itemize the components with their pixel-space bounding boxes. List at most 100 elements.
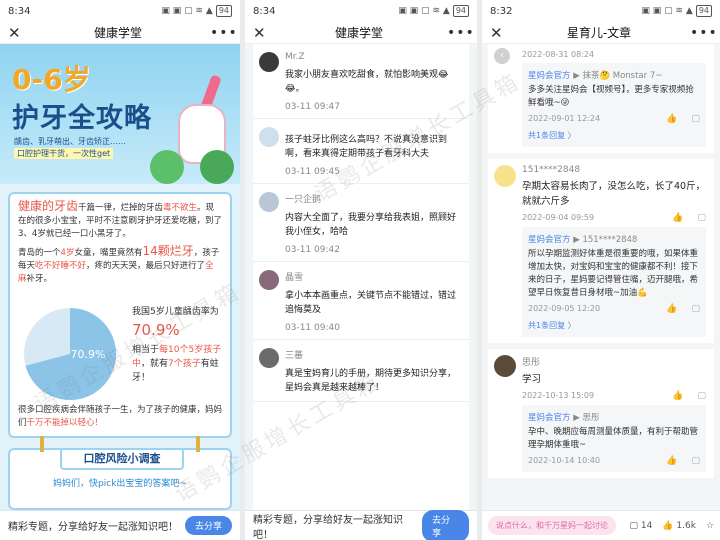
comment-text: 孩子蛀牙比例这么高吗？不说真没意识到啊，看来真得定期带孩子看牙科大夫	[285, 135, 448, 159]
status-bar: 8:32 ▣ ▣ ▢ ≋ ▲ 94	[482, 0, 720, 22]
close-icon[interactable]: ✕	[8, 24, 26, 42]
status-time: 8:34	[253, 5, 276, 17]
status-icons: ▣ ▣ ▢ ≋ ▲ 94	[398, 5, 469, 17]
comment-time: 03-11 09:47	[285, 102, 340, 112]
nav-bar: ✕ 健康学堂 •••	[245, 22, 477, 44]
reply-text: 多多关注星妈会【视频号】，更多专家视频抢鲜看哦~😜	[528, 85, 694, 108]
reply-author: 星妈会官方 ▶ 抹茶🤔 Monstar 7~	[528, 71, 663, 81]
reply-author: 星妈会官方 ▶ 思彤	[528, 413, 600, 423]
like-icon: 👍	[662, 520, 674, 531]
comment-text: 内容大全面了，我要分享给我表姐，照顾好我小侄女，哈哈	[285, 213, 457, 237]
comment-icon[interactable]: ▢	[691, 304, 700, 314]
more-options-icon[interactable]: •••	[447, 25, 474, 41]
comment-time: 03-11 09:42	[285, 245, 340, 255]
status-time: 8:34	[8, 5, 31, 17]
official-reply: 星妈会官方 ▶ 抹茶🤔 Monstar 7~ 多多关注星妈会【视频号】，更多专家…	[522, 63, 706, 147]
share-text: 精彩专题，分享给好友一起涨知识吧！	[8, 522, 178, 533]
comment-item: 三蕃 真是宝妈育儿的手册，期待更多知识分享，星妈会真是越来越棒了！	[253, 340, 469, 402]
page-title: 星育儿-文章	[566, 26, 632, 40]
back-icon[interactable]: ‹	[494, 48, 510, 64]
avatar[interactable]	[259, 127, 279, 147]
paragraph-intro: 健康的牙齿千篇一律，烂掉的牙齿毒不欲生。现在的很多小宝宝，平时不注意刷牙护牙还爱…	[18, 199, 223, 240]
comment-meta: 2022-09-04 09:59 👍 ▢	[522, 213, 706, 223]
share-button[interactable]: 去分享	[422, 509, 469, 540]
comment-icon[interactable]: ▢	[691, 114, 700, 124]
pie-label: 70.9%	[71, 348, 106, 361]
survey-title: 口腔风险小调查	[60, 448, 184, 470]
avatar[interactable]	[494, 165, 516, 187]
star-icon[interactable]: ☆	[706, 521, 714, 531]
comment-list[interactable]: Mr.Z 我家小朋友喜欢吃甜食，就怕影响美观😂😂。 03-11 09:47 孩子…	[253, 44, 469, 510]
topic-poster: 0-6岁 护牙全攻略 龋齿、乳牙萌出、牙齿矫正…… 口腔护理干货，一次性get …	[0, 44, 240, 510]
comment-meta: 2022-10-13 15:09 👍 ▢	[522, 391, 706, 401]
more-options-icon[interactable]: •••	[690, 25, 717, 41]
avatar[interactable]	[259, 192, 279, 212]
reply-text: 孕中、晚期应每周测量体质量，有利于帮助管理孕期体重哦~	[528, 427, 699, 450]
status-time: 8:32	[490, 5, 513, 17]
caries-stat: 我国5岁儿童龋齿率为 70.9% 相当于每10个5岁孩子中，就有7个孩子有蛀牙！	[132, 304, 232, 385]
hero-age: 0-6岁	[12, 63, 91, 96]
official-reply: 星妈会官方 ▶ 思彤 孕中、晚期应每周测量体质量，有利于帮助管理孕期体重哦~ 2…	[522, 405, 706, 472]
survey-card[interactable]: 口腔风险小调查 妈妈们，快pick出宝宝的答案吧~	[8, 436, 232, 510]
comment-author: 晶雪	[285, 273, 304, 283]
comment-input[interactable]: 说点什么，和千万星妈一起讨论	[488, 516, 616, 535]
comment-item: 思彤 学习 2022-10-13 15:09 👍 ▢ 星妈会官方 ▶ 思彤 孕中、晚…	[488, 349, 714, 478]
like-icon[interactable]: 👍	[672, 213, 683, 223]
hero-tagline: 口腔护理干货，一次性get	[14, 148, 114, 159]
comment-icon: ▢	[629, 520, 638, 531]
comment-text: 真是宝妈育儿的手册，期待更多知识分享，星妈会真是越来越棒了！	[285, 369, 457, 393]
survey-question: 妈妈们，快pick出宝宝的答案吧~	[53, 479, 187, 489]
comment-list[interactable]: ‹ 2022-08-31 08:24 星妈会官方 ▶ 抹茶🤔 Monstar 7…	[488, 44, 714, 510]
page-title: 健康学堂	[93, 26, 142, 40]
comment-input-bar: 说点什么，和千万星妈一起讨论 ▢ 14 👍 1.6k ☆	[482, 510, 720, 540]
comment-author: 151****2848	[522, 165, 581, 175]
comment-text: 我家小朋友喜欢吃甜食，就怕影响美观😂😂。	[285, 70, 449, 94]
phone-screen-article-comments: 8:32 ▣ ▣ ▢ ≋ ▲ 94 ✕ 星育儿-文章 ••• ‹ 2022-08-…	[482, 0, 720, 540]
phone-screen-comments: 8:34 ▣ ▣ ▢ ≋ ▲ 94 ✕ 健康学堂 ••• Mr.Z 我家小朋友喜欢…	[245, 0, 477, 540]
poster-hero: 0-6岁 护牙全攻略 龋齿、乳牙萌出、牙齿矫正…… 口腔护理干货，一次性get	[0, 44, 240, 184]
nav-bar: ✕ 星育儿-文章 •••	[482, 22, 720, 44]
like-icon[interactable]: 👍	[666, 456, 677, 466]
like-icon[interactable]: 👍	[672, 391, 683, 401]
status-bar: 8:34 ▣ ▣ ▢ ≋ ▲ 94	[0, 0, 240, 22]
avatar[interactable]	[259, 348, 279, 368]
close-icon[interactable]: ✕	[253, 24, 271, 42]
status-bar: 8:34 ▣ ▣ ▢ ≋ ▲ 94	[245, 0, 477, 22]
reply-meta: 2022-09-05 12:20 👍 ▢	[528, 304, 700, 314]
status-icons: ▣ ▣ ▢ ≋ ▲ 94	[161, 5, 232, 17]
avatar[interactable]	[259, 52, 279, 72]
comment-item: Mr.Z 我家小朋友喜欢吃甜食，就怕影响美观😂😂。 03-11 09:47	[253, 44, 469, 119]
avatar[interactable]	[494, 355, 516, 377]
share-bar: 精彩专题，分享给好友一起涨知识吧！ 去分享	[0, 510, 240, 540]
reply-thread: ‹ 2022-08-31 08:24 星妈会官方 ▶ 抹茶🤔 Monstar 7…	[488, 44, 714, 153]
reply-meta: 2022-10-14 10:40 👍 ▢	[528, 456, 700, 466]
status-icons: ▣ ▣ ▢ ≋ ▲ 94	[641, 5, 712, 17]
comment-icon[interactable]: ▢	[697, 213, 706, 223]
comment-count[interactable]: ▢ 14	[629, 521, 652, 531]
comment-author: 三蕃	[285, 351, 304, 361]
comment-text: 学习	[522, 374, 542, 385]
like-icon[interactable]: 👍	[666, 114, 677, 124]
hero-subtitle: 龋齿、乳牙萌出、牙齿矫正……	[14, 137, 126, 146]
avatar[interactable]	[259, 270, 279, 290]
comment-time: 03-11 09:40	[285, 323, 340, 333]
comment-icon[interactable]: ▢	[691, 456, 700, 466]
comment-text: 孕期太容易长肉了，没怎么吃，长了40斤，就就六斤多	[522, 181, 706, 207]
tree-illustration	[200, 150, 234, 184]
more-replies-link[interactable]: 共1条回复 〉	[528, 130, 700, 141]
more-replies-link[interactable]: 共1条回复 〉	[528, 320, 700, 331]
reply-text: 所以孕期监测好体重是很重要的哦，如果体重增加太快，对宝妈和宝宝的健康都不利！接下…	[528, 249, 699, 298]
comment-icon[interactable]: ▢	[697, 391, 706, 401]
share-button[interactable]: 去分享	[184, 516, 232, 535]
like-icon[interactable]: 👍	[666, 304, 677, 314]
comment-time: 03-11 09:45	[285, 167, 340, 177]
stat-description: 相当于每10个5岁孩子中，就有7个孩子有蛀牙！	[132, 345, 222, 383]
comment-text: 拿小本本画重点，关键节点不能错过，错过追悔莫及	[285, 291, 457, 315]
stat-title: 我国5岁儿童龋齿率为	[132, 307, 219, 317]
more-options-icon[interactable]: •••	[210, 25, 237, 41]
stat-percent: 70.9%	[132, 321, 180, 339]
like-count[interactable]: 👍 1.6k	[662, 521, 696, 531]
close-icon[interactable]: ✕	[490, 24, 508, 42]
pin-decoration	[196, 436, 200, 452]
comment-author: 一只企鹅	[285, 195, 322, 205]
